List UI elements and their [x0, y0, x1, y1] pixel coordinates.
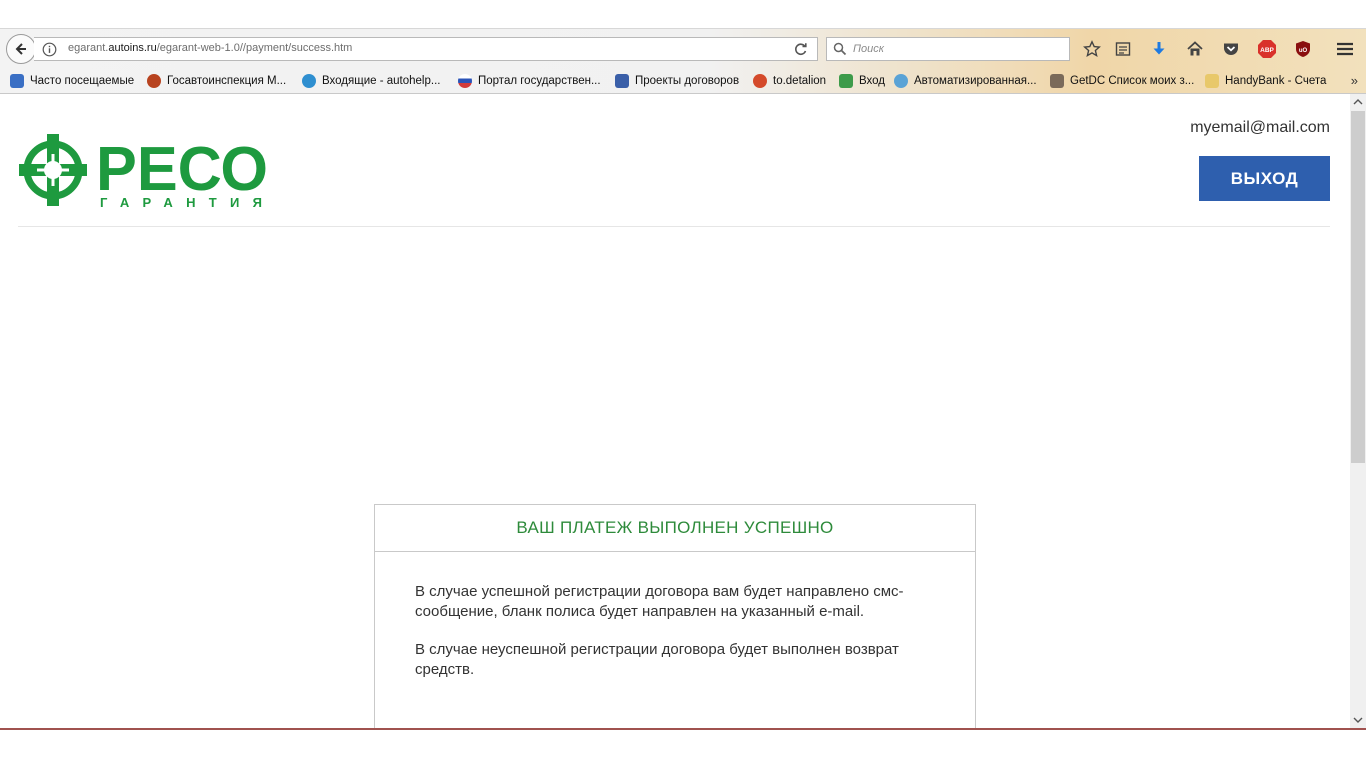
svg-text:uO: uO: [1299, 48, 1308, 54]
bookmark-item[interactable]: Часто посещаемые: [10, 73, 134, 89]
back-arrow-icon: [15, 43, 26, 55]
bookmark-item[interactable]: HandyBank - Счета: [1205, 73, 1326, 89]
window-bottom-strip: [0, 730, 1366, 768]
svg-text:ABP: ABP: [1260, 47, 1274, 54]
bookmark-item[interactable]: Автоматизированная...: [894, 73, 1037, 89]
success-paragraph: В случае успешной регистрации договора в…: [415, 583, 904, 620]
mostvisited-icon: [10, 74, 24, 88]
info-icon[interactable]: [42, 42, 57, 62]
bookmark-star-icon[interactable]: [1082, 39, 1102, 59]
reso-logo[interactable]: РЕСО ГАРАНТИЯ: [18, 132, 274, 210]
vertical-scrollbar[interactable]: [1350, 94, 1366, 728]
pocket-icon[interactable]: [1221, 39, 1241, 59]
page-content: РЕСО ГАРАНТИЯ myemail@mail.com ВЫХОД ВАШ…: [0, 94, 1350, 728]
card-body: В случае успешной регистрации договора в…: [375, 552, 975, 680]
gear-icon: [753, 74, 767, 88]
car-icon: [1050, 74, 1064, 88]
card-title: ВАШ ПЛАТЕЖ ВЫПОЛНЕН УСПЕШНО: [375, 505, 975, 552]
scrollbar-thumb[interactable]: [1351, 111, 1365, 463]
bookmark-item[interactable]: GetDC Список моих з...: [1050, 73, 1194, 89]
logout-button[interactable]: ВЫХОД: [1199, 156, 1330, 201]
search-input[interactable]: Поиск: [853, 43, 884, 55]
puzzle-icon: [839, 74, 853, 88]
handybank-icon: [1205, 74, 1219, 88]
home-icon[interactable]: [1185, 39, 1205, 59]
gibdd-icon: [147, 74, 161, 88]
url-text: egarant.autoins.ru/egarant-web-1.0//paym…: [68, 42, 353, 54]
shield-icon: [615, 74, 629, 88]
ublock-icon[interactable]: uO: [1293, 39, 1313, 59]
payment-success-card: ВАШ ПЛАТЕЖ ВЫПОЛНЕН УСПЕШНО В случае усп…: [374, 504, 976, 728]
download-icon[interactable]: [1149, 39, 1169, 59]
failure-paragraph: В случае неуспешной регистрации договора…: [415, 641, 899, 678]
menu-hamburger-icon[interactable]: [1335, 39, 1355, 59]
cog-icon: [894, 74, 908, 88]
browser-toolbar: egarant.autoins.ru/egarant-web-1.0//paym…: [0, 29, 1366, 69]
reload-icon[interactable]: [793, 41, 809, 62]
mail-icon: [302, 74, 316, 88]
back-button[interactable]: [6, 34, 36, 64]
bookmark-item[interactable]: Вход: [839, 73, 885, 89]
bookmark-item[interactable]: Проекты договоров: [615, 73, 739, 89]
user-email: myemail@mail.com: [1190, 119, 1330, 136]
scroll-down-icon[interactable]: [1350, 712, 1366, 728]
search-bar[interactable]: Поиск: [826, 37, 1070, 61]
search-icon: [833, 42, 847, 61]
bookmark-item[interactable]: Входящие - autohelp...: [302, 73, 440, 89]
adblock-icon[interactable]: ABP: [1257, 39, 1277, 59]
header-divider: [18, 226, 1330, 227]
bookmark-item[interactable]: Госавтоинспекция М...: [147, 73, 286, 89]
window-top-strip: [0, 0, 1366, 29]
scroll-up-icon[interactable]: [1350, 94, 1366, 110]
bookmark-item[interactable]: to.detalion: [753, 73, 826, 89]
russia-flag-icon: [458, 74, 472, 88]
bookmarks-bar: Часто посещаемые Госавтоинспекция М... В…: [0, 69, 1366, 94]
url-bar[interactable]: egarant.autoins.ru/egarant-web-1.0//paym…: [34, 37, 818, 61]
reso-emblem-icon: [19, 134, 87, 206]
logo-wordmark: РЕСО: [96, 135, 268, 204]
bookmarks-overflow-chevron-icon[interactable]: »: [1351, 73, 1358, 88]
reading-list-icon[interactable]: [1113, 39, 1133, 59]
bookmark-item[interactable]: Портал государствен...: [458, 73, 601, 89]
